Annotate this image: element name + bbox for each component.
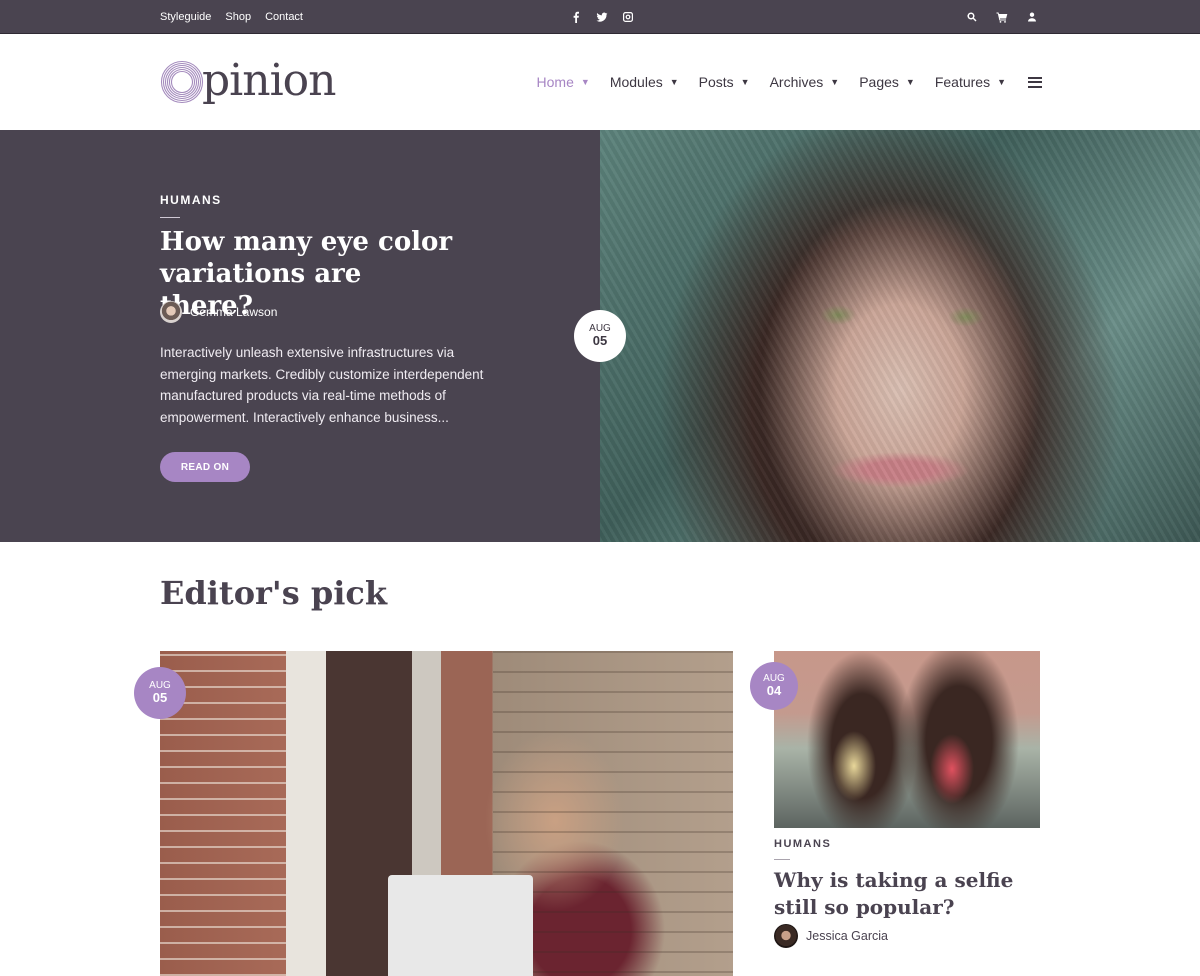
caret-down-icon: ▼ xyxy=(830,77,840,87)
category-divider xyxy=(160,217,180,218)
date-day: 04 xyxy=(766,683,782,699)
facebook-icon[interactable] xyxy=(570,11,582,23)
top-link-shop[interactable]: Shop xyxy=(225,11,251,23)
caret-down-icon: ▼ xyxy=(669,77,679,87)
user-icon[interactable] xyxy=(1026,11,1038,23)
top-link-contact[interactable]: Contact xyxy=(265,11,303,23)
side-post-image[interactable] xyxy=(774,651,1040,828)
top-links: Styleguide Shop Contact xyxy=(160,0,303,33)
side-post-category[interactable]: HUMANS xyxy=(774,838,831,850)
search-icon[interactable] xyxy=(966,11,978,23)
nav-label: Home xyxy=(536,74,574,90)
author-avatar xyxy=(160,301,182,323)
side-post-author[interactable]: Jessica Garcia xyxy=(774,924,888,948)
read-on-button[interactable]: READ ON xyxy=(160,452,250,482)
nav-label: Pages xyxy=(859,74,899,90)
nav-item-features[interactable]: Features ▼ xyxy=(935,74,1006,90)
logo-text: pinion xyxy=(202,55,336,106)
laptop xyxy=(388,875,533,976)
nav-label: Archives xyxy=(769,74,824,90)
top-link-styleguide[interactable]: Styleguide xyxy=(160,11,211,23)
hero-date-badge: AUG 05 xyxy=(574,310,626,362)
nav-label: Features xyxy=(934,74,991,90)
category-divider xyxy=(774,859,790,860)
author-name: Gemma Lawson xyxy=(190,305,278,319)
nav-item-modules[interactable]: Modules ▼ xyxy=(610,74,679,90)
nav-item-archives[interactable]: Archives ▼ xyxy=(770,74,840,90)
twitter-icon[interactable] xyxy=(596,11,608,23)
logo-rings-icon xyxy=(160,60,204,104)
side-post-title[interactable]: Why is taking a selfie still so popular? xyxy=(774,867,1044,921)
hero-author[interactable]: Gemma Lawson xyxy=(160,301,277,323)
nav-label: Posts xyxy=(698,74,734,90)
section-title-editors-pick: Editor's pick xyxy=(160,574,388,612)
cart-icon[interactable] xyxy=(996,11,1008,23)
nav-item-pages[interactable]: Pages ▼ xyxy=(859,74,915,90)
side-post-date-badge: AUG 04 xyxy=(750,662,798,710)
nav-item-posts[interactable]: Posts ▼ xyxy=(699,74,750,90)
nav-item-home[interactable]: Home ▼ xyxy=(537,74,590,90)
header-tools xyxy=(966,0,1038,33)
social-links xyxy=(570,0,634,33)
hero-featured-post: HUMANS How many eye color variations are… xyxy=(0,130,1200,542)
date-day: 05 xyxy=(592,333,608,349)
caret-down-icon: ▼ xyxy=(740,77,750,87)
author-avatar xyxy=(774,924,798,948)
caret-down-icon: ▼ xyxy=(905,77,915,87)
hero-image[interactable] xyxy=(600,130,1200,542)
main-nav: Home ▼ Modules ▼ Posts ▼ Archives ▼ Page… xyxy=(537,34,1042,130)
top-bar: Styleguide Shop Contact xyxy=(0,0,1200,34)
hamburger-menu-icon[interactable] xyxy=(1028,76,1042,88)
site-logo[interactable]: pinion xyxy=(160,55,336,108)
site-header: pinion Home ▼ Modules ▼ Posts ▼ Archives… xyxy=(0,34,1200,130)
nav-label: Modules xyxy=(609,74,663,90)
main-post-date-badge: AUG 05 xyxy=(134,667,186,719)
caret-down-icon: ▼ xyxy=(997,77,1006,87)
editors-pick-main-image[interactable] xyxy=(160,651,733,976)
caret-down-icon: ▼ xyxy=(580,77,590,87)
hero-category[interactable]: HUMANS xyxy=(160,193,222,207)
date-day: 05 xyxy=(152,690,168,706)
hero-excerpt: Interactively unleash extensive infrastr… xyxy=(160,345,484,426)
author-name: Jessica Garcia xyxy=(806,929,888,943)
instagram-icon[interactable] xyxy=(622,11,634,23)
